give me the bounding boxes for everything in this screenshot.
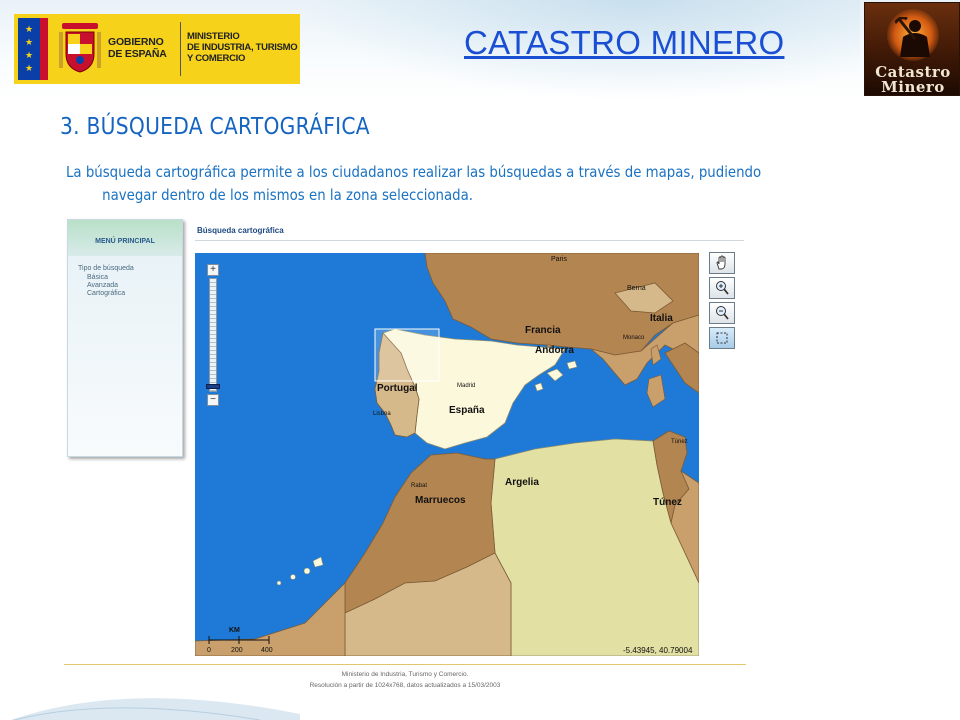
select-box-icon[interactable] — [709, 327, 735, 349]
main-menu-panel: MENÚ PRINCIPAL Tipo de búsqueda Básica A… — [67, 219, 183, 457]
map-label-lisboa: Lisboa — [373, 411, 391, 417]
map-label-marruecos: Marruecos — [415, 495, 466, 506]
zoom-in-icon[interactable] — [709, 277, 735, 299]
app-screenshot: MENÚ PRINCIPAL Tipo de búsqueda Básica A… — [64, 216, 746, 694]
ministerio-text: MINISTERIO DE INDUSTRIA, TURISMO Y COMER… — [187, 31, 298, 64]
zoom-thumb[interactable] — [206, 384, 220, 389]
map-label-tunez-city: Túnez — [671, 439, 688, 445]
menu-item-cartografica[interactable]: Cartográfica — [87, 290, 125, 298]
scale-tick-200: 200 — [231, 647, 243, 654]
catastro-minero-logo: Catastro Minero — [864, 2, 960, 96]
zoom-plus-button[interactable]: + — [207, 264, 219, 276]
miner-icon — [895, 17, 930, 57]
map-label-tunez: Túnez — [653, 497, 682, 508]
map-label-italia: Italia — [650, 313, 673, 324]
section-title: 3. BÚSQUEDA CARTOGRÁFICA — [60, 114, 370, 140]
map-label-argelia: Argelia — [505, 477, 539, 488]
map-view[interactable]: Paris Berna Francia Andorra Italia Monac… — [195, 253, 699, 656]
map-label-berna: Berna — [627, 285, 646, 292]
footer-ministry: Ministerio de Industria, Turismo y Comer… — [341, 671, 469, 678]
map-label-monaco: Monaco — [623, 335, 645, 341]
intro-paragraph: La búsqueda cartográfica permite a los c… — [66, 163, 762, 204]
map-label-madrid: Madrid — [457, 383, 475, 389]
menu-item-avanzada[interactable]: Avanzada — [87, 282, 118, 290]
eu-flag-icon: ★ ★ ★ ★ — [18, 18, 48, 80]
zoom-track[interactable] — [209, 278, 217, 392]
coordinates-readout: -5.43945, 40.79004 — [623, 646, 693, 655]
panel-header: Búsqueda cartográfica — [195, 219, 744, 241]
scale-tick-0: 0 — [207, 647, 211, 654]
zoom-out-icon[interactable] — [709, 302, 735, 324]
scale-unit: KM — [229, 627, 240, 634]
map-toolbar — [709, 252, 737, 352]
scale-tick-400: 400 — [261, 647, 273, 654]
menu-item-basica[interactable]: Básica — [87, 274, 108, 282]
gobierno-text: GOBIERNO DE ESPAÑA — [108, 36, 167, 60]
decorative-swoosh — [11, 698, 300, 720]
coat-of-arms-icon — [52, 14, 108, 84]
map-label-paris: Paris — [551, 256, 567, 263]
zoom-slider[interactable]: + − — [206, 264, 220, 408]
menu-title: MENÚ PRINCIPAL — [95, 238, 155, 245]
search-type-label: Tipo de búsqueda — [78, 265, 134, 272]
map-label-espana: España — [449, 405, 485, 416]
map-label-portugal: Portugal — [377, 383, 418, 394]
map-label-rabat: Rabat — [411, 483, 427, 489]
footer-divider — [64, 664, 746, 665]
map-label-francia: Francia — [525, 325, 561, 336]
pan-hand-icon[interactable] — [709, 252, 735, 274]
logo-line2: Minero — [881, 78, 945, 96]
government-logo: ★ ★ ★ ★ GOBIERNO DE ESPAÑA MINISTERIO DE IN… — [14, 14, 300, 84]
panel-title: Búsqueda cartográfica — [197, 226, 284, 235]
map-label-andorra: Andorra — [535, 345, 574, 356]
scale-bar: KM 0 200 400 — [207, 627, 273, 654]
page-title-link[interactable]: CATASTRO MINERO — [464, 24, 784, 62]
zoom-minus-button[interactable]: − — [207, 394, 219, 406]
